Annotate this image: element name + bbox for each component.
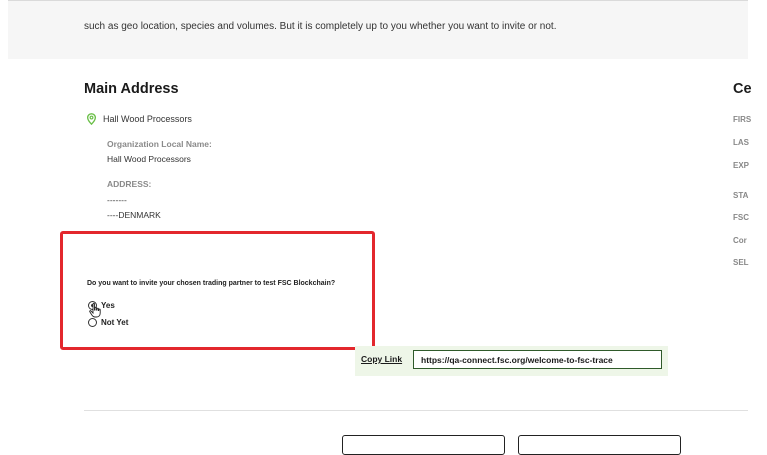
org-row: Hall Wood Processors — [86, 113, 192, 125]
local-name-label: Organization Local Name: — [107, 139, 212, 149]
right-section-title: Ce — [733, 81, 752, 97]
radio-button-not-yet[interactable] — [88, 318, 97, 327]
right-label-7: SEL — [733, 258, 749, 267]
org-name: Hall Wood Processors — [103, 114, 192, 124]
radio-option-not-yet[interactable]: Not Yet — [88, 318, 128, 327]
radio-label-yes: Yes — [101, 301, 115, 310]
right-label-2: LAS — [733, 138, 749, 147]
invite-url-field[interactable]: https://qa-connect.fsc.org/welcome-to-fs… — [413, 350, 662, 369]
address-label: ADDRESS: — [107, 179, 152, 189]
invite-question: Do you want to invite your chosen tradin… — [87, 280, 336, 287]
copy-link-button[interactable]: Copy Link — [361, 354, 402, 364]
highlight-box — [60, 231, 375, 350]
bottom-button-left[interactable] — [342, 435, 505, 455]
radio-label-not-yet: Not Yet — [101, 318, 129, 327]
right-label-3: EXP — [733, 161, 750, 170]
right-label-4: STA — [733, 191, 749, 200]
location-pin-icon — [86, 113, 97, 125]
section-divider — [84, 410, 748, 411]
address-line-1: ------- — [107, 195, 127, 205]
local-name-value: Hall Wood Processors — [107, 154, 191, 164]
hand-cursor-icon — [89, 302, 101, 318]
main-address-title: Main Address — [84, 81, 179, 97]
right-label-5: FSC — [733, 213, 749, 222]
bottom-button-right[interactable] — [518, 435, 681, 455]
intro-text: such as geo location, species and volume… — [84, 21, 557, 32]
right-label-1: FIRS — [733, 115, 752, 124]
right-label-6: Cor — [733, 236, 747, 245]
address-line-2: ----DENMARK — [107, 210, 161, 220]
